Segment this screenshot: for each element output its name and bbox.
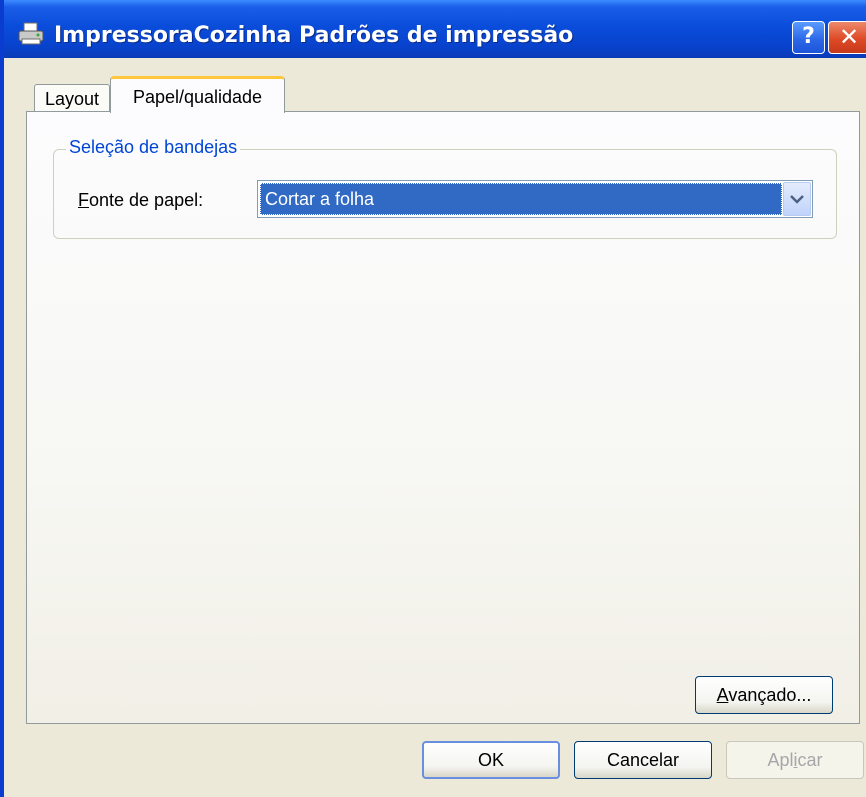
apply-button[interactable]: Aplicar bbox=[726, 741, 864, 779]
advanced-button[interactable]: Avançado... bbox=[695, 676, 833, 714]
ok-button[interactable]: OK bbox=[422, 741, 560, 779]
paper-source-label: Fonte de papel: bbox=[78, 190, 203, 211]
chevron-down-icon bbox=[790, 195, 804, 204]
close-button[interactable]: ✕ bbox=[828, 21, 866, 54]
paper-source-value: Cortar a folha bbox=[260, 183, 782, 215]
tab-layout[interactable]: Layout bbox=[34, 84, 110, 112]
help-button[interactable]: ? bbox=[792, 21, 825, 54]
printer-icon bbox=[18, 22, 44, 46]
dropdown-button[interactable] bbox=[783, 182, 811, 216]
tray-selection-group: Seleção de bandejas Fonte de papel: Cort… bbox=[53, 137, 837, 239]
tab-panel-paper-quality: Seleção de bandejas Fonte de papel: Cort… bbox=[26, 111, 860, 724]
tab-paper-quality[interactable]: Papel/qualidade bbox=[110, 76, 285, 113]
group-title: Seleção de bandejas bbox=[66, 137, 241, 158]
window-title: ImpressoraCozinha Padrões de impressão bbox=[54, 23, 574, 48]
paper-source-label-text: onte de papel: bbox=[89, 190, 204, 210]
paper-source-select[interactable]: Cortar a folha bbox=[257, 180, 813, 218]
print-preferences-window: ImpressoraCozinha Padrões de impressão ?… bbox=[0, 0, 866, 797]
advanced-mnemonic: A bbox=[716, 685, 729, 705]
apply-label-post: car bbox=[797, 750, 823, 770]
apply-label-pre: Apl bbox=[767, 750, 794, 770]
paper-source-label-mnemonic: F bbox=[78, 190, 89, 210]
advanced-label: vançado... bbox=[728, 685, 812, 705]
title-bar[interactable]: ImpressoraCozinha Padrões de impressão ?… bbox=[4, 0, 866, 58]
cancel-button[interactable]: Cancelar bbox=[574, 741, 712, 779]
